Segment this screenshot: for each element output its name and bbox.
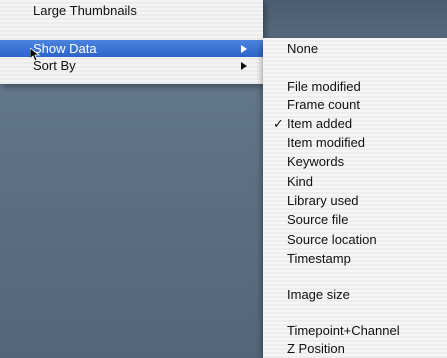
submenu-item-label: Keywords: [287, 154, 345, 169]
window-backdrop: [263, 0, 447, 38]
submenu-item-label: Frame count: [287, 97, 360, 112]
submenu-item-label: Timepoint+Channel: [287, 323, 400, 338]
submenu-item-frame-count[interactable]: Frame count: [263, 96, 447, 114]
submenu-item-label: Image size: [287, 287, 350, 302]
submenu-item-library-used[interactable]: Library used: [263, 192, 447, 210]
submenu-item-timepoint-channel[interactable]: Timepoint+Channel: [263, 322, 447, 340]
submenu-item-label: Source file: [287, 212, 349, 227]
submenu-arrow-icon: [241, 45, 247, 53]
submenu-item-source-file[interactable]: Source file: [263, 211, 447, 229]
submenu-item-label: File modified: [287, 79, 361, 94]
mouse-pointer-icon: [30, 48, 40, 62]
submenu-item-file-modified[interactable]: File modified: [263, 78, 447, 96]
submenu-item-none[interactable]: None: [263, 40, 447, 58]
submenu-item-label: Timestamp: [287, 251, 351, 266]
submenu-item-z-position[interactable]: Z Position: [263, 340, 447, 358]
submenu-item-kind[interactable]: Kind: [263, 173, 447, 191]
menu-item-large-thumbnails[interactable]: Large Thumbnails: [0, 2, 263, 19]
show-data-submenu: None File modified Frame count ✓ Item ad…: [263, 38, 447, 358]
submenu-item-item-added[interactable]: ✓ Item added: [263, 115, 447, 133]
submenu-item-label: Item modified: [287, 135, 366, 150]
checkmark-icon: ✓: [273, 116, 284, 131]
submenu-item-label: Library used: [287, 193, 359, 208]
menu-item-label: Large Thumbnails: [33, 3, 137, 18]
submenu-arrow-icon: [241, 62, 247, 70]
submenu-item-label: None: [287, 41, 319, 56]
submenu-item-source-location[interactable]: Source location: [263, 231, 447, 249]
submenu-item-label: Z Position: [287, 341, 345, 356]
submenu-item-item-modified[interactable]: Item modified: [263, 134, 447, 152]
submenu-item-label: Source location: [287, 232, 377, 247]
submenu-item-keywords[interactable]: Keywords: [263, 153, 447, 171]
submenu-item-image-size[interactable]: Image size: [263, 286, 447, 304]
submenu-item-label: Kind: [287, 174, 314, 189]
menu-item-label: Show Data: [33, 41, 97, 56]
context-menu: Large Thumbnails Show Data Sort By: [0, 0, 263, 84]
submenu-item-label: Item added: [287, 116, 353, 131]
submenu-item-timestamp[interactable]: Timestamp: [263, 250, 447, 268]
